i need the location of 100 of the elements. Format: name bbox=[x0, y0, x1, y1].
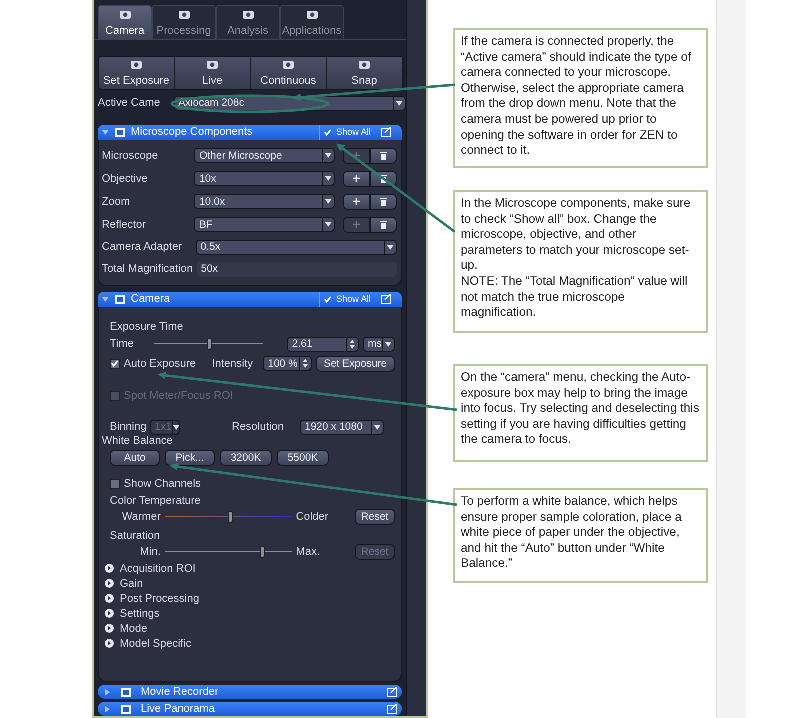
camera-icon bbox=[358, 59, 371, 70]
slider[interactable] bbox=[154, 337, 264, 352]
delete-button[interactable] bbox=[370, 148, 397, 164]
check-icon bbox=[111, 360, 119, 368]
caret-icon bbox=[325, 176, 332, 182]
balance-preset-button[interactable]: Pick... bbox=[165, 450, 215, 466]
callout-text: In the Microscope components, make sure to check “Show all” box. Change the microscope, objective, and other parameters to match your microscope set-up. bbox=[461, 196, 692, 274]
section-item[interactable]: Model Specific bbox=[120, 638, 192, 650]
readout-field: 50x bbox=[197, 262, 397, 277]
slider[interactable] bbox=[164, 510, 292, 524]
section-item[interactable]: Settings bbox=[120, 608, 160, 620]
section-title: White Balance bbox=[102, 434, 174, 447]
tab[interactable]: Applications bbox=[280, 5, 344, 39]
reset-button[interactable]: Reset bbox=[355, 508, 395, 525]
camera-icon bbox=[130, 59, 143, 70]
slider-label: Min. bbox=[139, 546, 161, 558]
callout-text: NOTE: The “Total Magnification” value will not match the true microscope magnification. bbox=[461, 274, 689, 321]
section-title: Saturation bbox=[110, 530, 160, 542]
slider-label: Colder bbox=[296, 510, 330, 523]
caret-icon bbox=[172, 424, 180, 430]
field-label: Active Came bbox=[98, 97, 162, 110]
balance-preset-button[interactable]: Auto bbox=[110, 450, 160, 466]
delete-button[interactable] bbox=[370, 216, 397, 233]
balance-preset-button[interactable]: 3200K bbox=[220, 450, 272, 466]
tab[interactable]: Camera bbox=[98, 5, 152, 39]
field-label: Time bbox=[110, 338, 136, 350]
caret-icon bbox=[374, 424, 381, 430]
section-title: Color Temperature bbox=[110, 494, 201, 507]
set-exposure-button[interactable]: Set Exposure bbox=[316, 356, 395, 372]
plus-icon bbox=[353, 175, 360, 182]
field-label: Camera Adapter bbox=[102, 241, 184, 254]
popout-icon bbox=[381, 294, 392, 304]
trash-icon bbox=[380, 220, 387, 229]
scrollbar[interactable] bbox=[406, 0, 426, 716]
expand-icon[interactable] bbox=[105, 609, 114, 618]
callout-text: On the “camera” menu, checking the Auto-exposure box may help to bring the image into focus. Try selecting and deselecting this setting if you are having difficulties getting the camera to focus. bbox=[461, 370, 700, 448]
spinner-icon bbox=[302, 359, 308, 368]
popout-icon bbox=[381, 127, 392, 138]
field-label: Microscope bbox=[102, 150, 160, 162]
field-label: Zoom bbox=[102, 196, 132, 208]
panel-header[interactable]: Microscope Components Show All bbox=[98, 124, 402, 140]
expand-icon[interactable] bbox=[105, 564, 114, 574]
plus-icon bbox=[353, 198, 360, 206]
resolution-dropdown[interactable]: 1920 x 1080 bbox=[300, 420, 384, 435]
tab[interactable]: Analysis bbox=[216, 5, 280, 39]
caret-icon bbox=[325, 153, 332, 158]
dropdown[interactable]: 10x bbox=[194, 171, 335, 186]
intensity-spinbox[interactable]: 100 % bbox=[263, 356, 312, 372]
panel-title: Microscope Components bbox=[131, 126, 254, 138]
spinner-icon bbox=[350, 340, 356, 349]
balance-preset-button[interactable]: 5500K bbox=[277, 450, 329, 466]
expand-icon[interactable] bbox=[105, 624, 114, 634]
action-button[interactable]: Snap bbox=[327, 56, 403, 89]
auto-exposure-checkbox[interactable]: Auto Exposure bbox=[110, 358, 196, 370]
caret-icon bbox=[385, 342, 392, 347]
time-spinbox[interactable]: 2.61 bbox=[287, 336, 360, 352]
field-label: Resolution bbox=[232, 421, 285, 434]
popout-icon bbox=[387, 704, 398, 714]
slider[interactable] bbox=[164, 544, 292, 559]
section-item[interactable]: Gain bbox=[120, 578, 144, 590]
slider-label: Warmer bbox=[121, 510, 161, 523]
slider-thumb[interactable] bbox=[228, 510, 233, 523]
expand-icon[interactable] bbox=[105, 579, 114, 588]
panel-header[interactable]: Live Panorama bbox=[98, 702, 402, 716]
panel-header[interactable]: Camera Show All bbox=[98, 292, 402, 307]
section-title: Exposure Time bbox=[110, 320, 184, 333]
field-label: Binning bbox=[110, 421, 146, 434]
section-item[interactable]: Mode bbox=[120, 622, 148, 635]
add-button[interactable] bbox=[343, 194, 370, 210]
action-button[interactable]: Live bbox=[175, 56, 251, 89]
action-button[interactable]: Continuous bbox=[251, 56, 327, 89]
check-icon bbox=[324, 296, 332, 303]
panel-icon bbox=[115, 294, 125, 304]
action-button[interactable]: Set Exposure bbox=[99, 56, 175, 89]
caret-icon bbox=[325, 199, 332, 204]
caret-icon bbox=[325, 222, 332, 228]
popout-icon bbox=[387, 687, 398, 698]
trash-icon bbox=[380, 174, 387, 183]
slider-thumb[interactable] bbox=[206, 338, 212, 350]
tab[interactable]: Processing bbox=[152, 5, 216, 39]
plus-icon bbox=[353, 152, 360, 160]
section-item[interactable]: Acquisition ROI bbox=[120, 562, 196, 575]
delete-button[interactable] bbox=[370, 194, 397, 210]
show-channels-checkbox[interactable]: Show Channels bbox=[110, 478, 395, 490]
dropdown[interactable]: 10.0x bbox=[194, 194, 335, 210]
section-item[interactable]: Post Processing bbox=[120, 592, 200, 605]
dropdown[interactable]: Other Microscope bbox=[194, 148, 335, 164]
caret-icon bbox=[396, 100, 403, 106]
panel-title: Camera bbox=[131, 293, 172, 306]
dropdown[interactable]: BF bbox=[194, 217, 335, 232]
check-icon bbox=[324, 128, 332, 136]
expand-icon[interactable] bbox=[105, 639, 114, 648]
expand-icon[interactable] bbox=[105, 594, 114, 604]
slider-thumb[interactable] bbox=[260, 546, 266, 558]
dropdown[interactable]: 0.5x bbox=[196, 240, 397, 255]
add-button[interactable] bbox=[343, 170, 370, 187]
callout-text: To perform a white balance, which helps ensure proper sample coloration, place a white piece of paper under the objective, and hit the “Auto” button under “White Balance.” bbox=[461, 494, 683, 572]
callout-text: If the camera is connected properly, the “Active camera” should indicate the type of camera connected to your microscope. Otherwise, select the appropriate camera from the drop down menu. Note that the camera must be powered up prior to opening the software in order for ZEN to connect to it. bbox=[461, 34, 692, 159]
unit-dropdown[interactable]: ms bbox=[363, 336, 396, 352]
panel-header[interactable]: Movie Recorder bbox=[98, 685, 402, 700]
